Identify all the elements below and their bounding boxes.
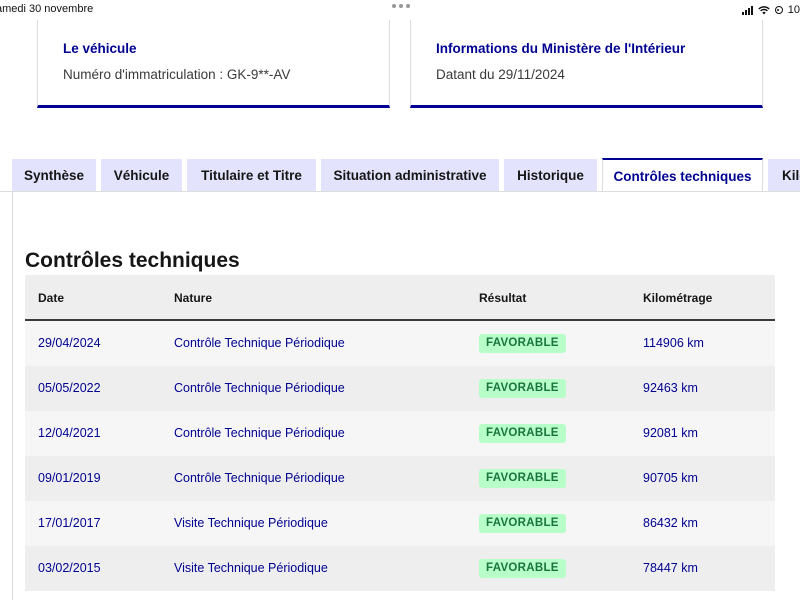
tab-kilometrage[interactable]: Kilo xyxy=(768,159,800,191)
table-row: 12/04/2021 Contrôle Technique Périodique… xyxy=(25,411,775,456)
tab-vehicule[interactable]: Véhicule xyxy=(101,159,182,191)
inspection-mileage: 92081 km xyxy=(643,426,698,440)
multitasking-dots-icon[interactable] xyxy=(392,4,410,8)
inspection-date: 29/04/2024 xyxy=(38,336,101,350)
tab-synthese[interactable]: Synthèse xyxy=(12,159,96,191)
result-badge: FAVORABLE xyxy=(479,334,566,353)
inspection-nature: Visite Technique Périodique xyxy=(174,561,328,575)
battery-percentage: 10 xyxy=(787,4,800,16)
inspection-date: 09/01/2019 xyxy=(38,471,101,485)
technical-inspections-table: Date Nature Résultat Kilométrage 29/04/2… xyxy=(25,275,775,591)
inspection-mileage: 90705 km xyxy=(643,471,698,485)
result-badge: FAVORABLE xyxy=(479,469,566,488)
result-badge: FAVORABLE xyxy=(479,514,566,533)
inspection-date: 12/04/2021 xyxy=(38,426,101,440)
table-row: 03/02/2015 Visite Technique Périodique F… xyxy=(25,546,775,591)
inspection-date: 17/01/2017 xyxy=(38,516,101,530)
result-badge: FAVORABLE xyxy=(479,379,566,398)
tab-bar: Synthèse Véhicule Titulaire et Titre Sit… xyxy=(0,158,800,192)
inspection-nature: Contrôle Technique Périodique xyxy=(174,336,345,350)
tab-controles-techniques[interactable]: Contrôles techniques xyxy=(602,158,763,192)
table-header: Date Nature Résultat Kilométrage xyxy=(25,275,775,321)
column-header-nature: Nature xyxy=(174,291,213,305)
inspection-nature: Contrôle Technique Périodique xyxy=(174,471,345,485)
column-header-mileage: Kilométrage xyxy=(643,291,713,305)
wifi-icon xyxy=(758,5,770,14)
inspection-mileage: 86432 km xyxy=(643,516,698,530)
orientation-lock-icon xyxy=(774,6,783,14)
data-date: Datant du 29/11/2024 xyxy=(436,67,565,82)
tab-titulaire-et-titre[interactable]: Titulaire et Titre xyxy=(187,159,316,191)
inspection-date: 03/02/2015 xyxy=(38,561,101,575)
table-row: 09/01/2019 Contrôle Technique Périodique… xyxy=(25,456,775,501)
cellular-signal-icon xyxy=(741,5,753,15)
inspection-mileage: 92463 km xyxy=(643,381,698,395)
column-header-date: Date xyxy=(38,291,65,305)
status-date: amedi 30 novembre xyxy=(0,3,94,15)
tab-situation-administrative[interactable]: Situation administrative xyxy=(321,159,499,191)
tab-historique[interactable]: Historique xyxy=(504,159,597,191)
inspection-mileage: 114906 km xyxy=(643,336,704,350)
vehicle-info-card: Le véhicule Numéro d'immatriculation : G… xyxy=(37,20,390,108)
status-bar: amedi 30 novembre 10 xyxy=(0,0,800,20)
ministry-card-title: Informations du Ministère de l'Intérieur xyxy=(436,41,686,56)
result-badge: FAVORABLE xyxy=(479,559,566,578)
inspection-mileage: 78447 km xyxy=(643,561,698,575)
section-title: Contrôles techniques xyxy=(25,249,240,272)
status-indicators: 10 xyxy=(741,4,800,16)
table-row: 17/01/2017 Visite Technique Périodique F… xyxy=(25,501,775,546)
result-badge: FAVORABLE xyxy=(479,424,566,443)
inspection-date: 05/05/2022 xyxy=(38,381,101,395)
table-row: 05/05/2022 Contrôle Technique Périodique… xyxy=(25,366,775,411)
inspection-nature: Visite Technique Périodique xyxy=(174,516,328,530)
vehicle-card-title: Le véhicule xyxy=(63,41,137,56)
ministry-info-card: Informations du Ministère de l'Intérieur… xyxy=(410,20,763,108)
table-row: 29/04/2024 Contrôle Technique Périodique… xyxy=(25,321,775,366)
registration-number: Numéro d'immatriculation : GK-9**-AV xyxy=(63,67,291,82)
inspection-nature: Contrôle Technique Périodique xyxy=(174,426,345,440)
inspection-nature: Contrôle Technique Périodique xyxy=(174,381,345,395)
column-header-result: Résultat xyxy=(479,291,527,305)
